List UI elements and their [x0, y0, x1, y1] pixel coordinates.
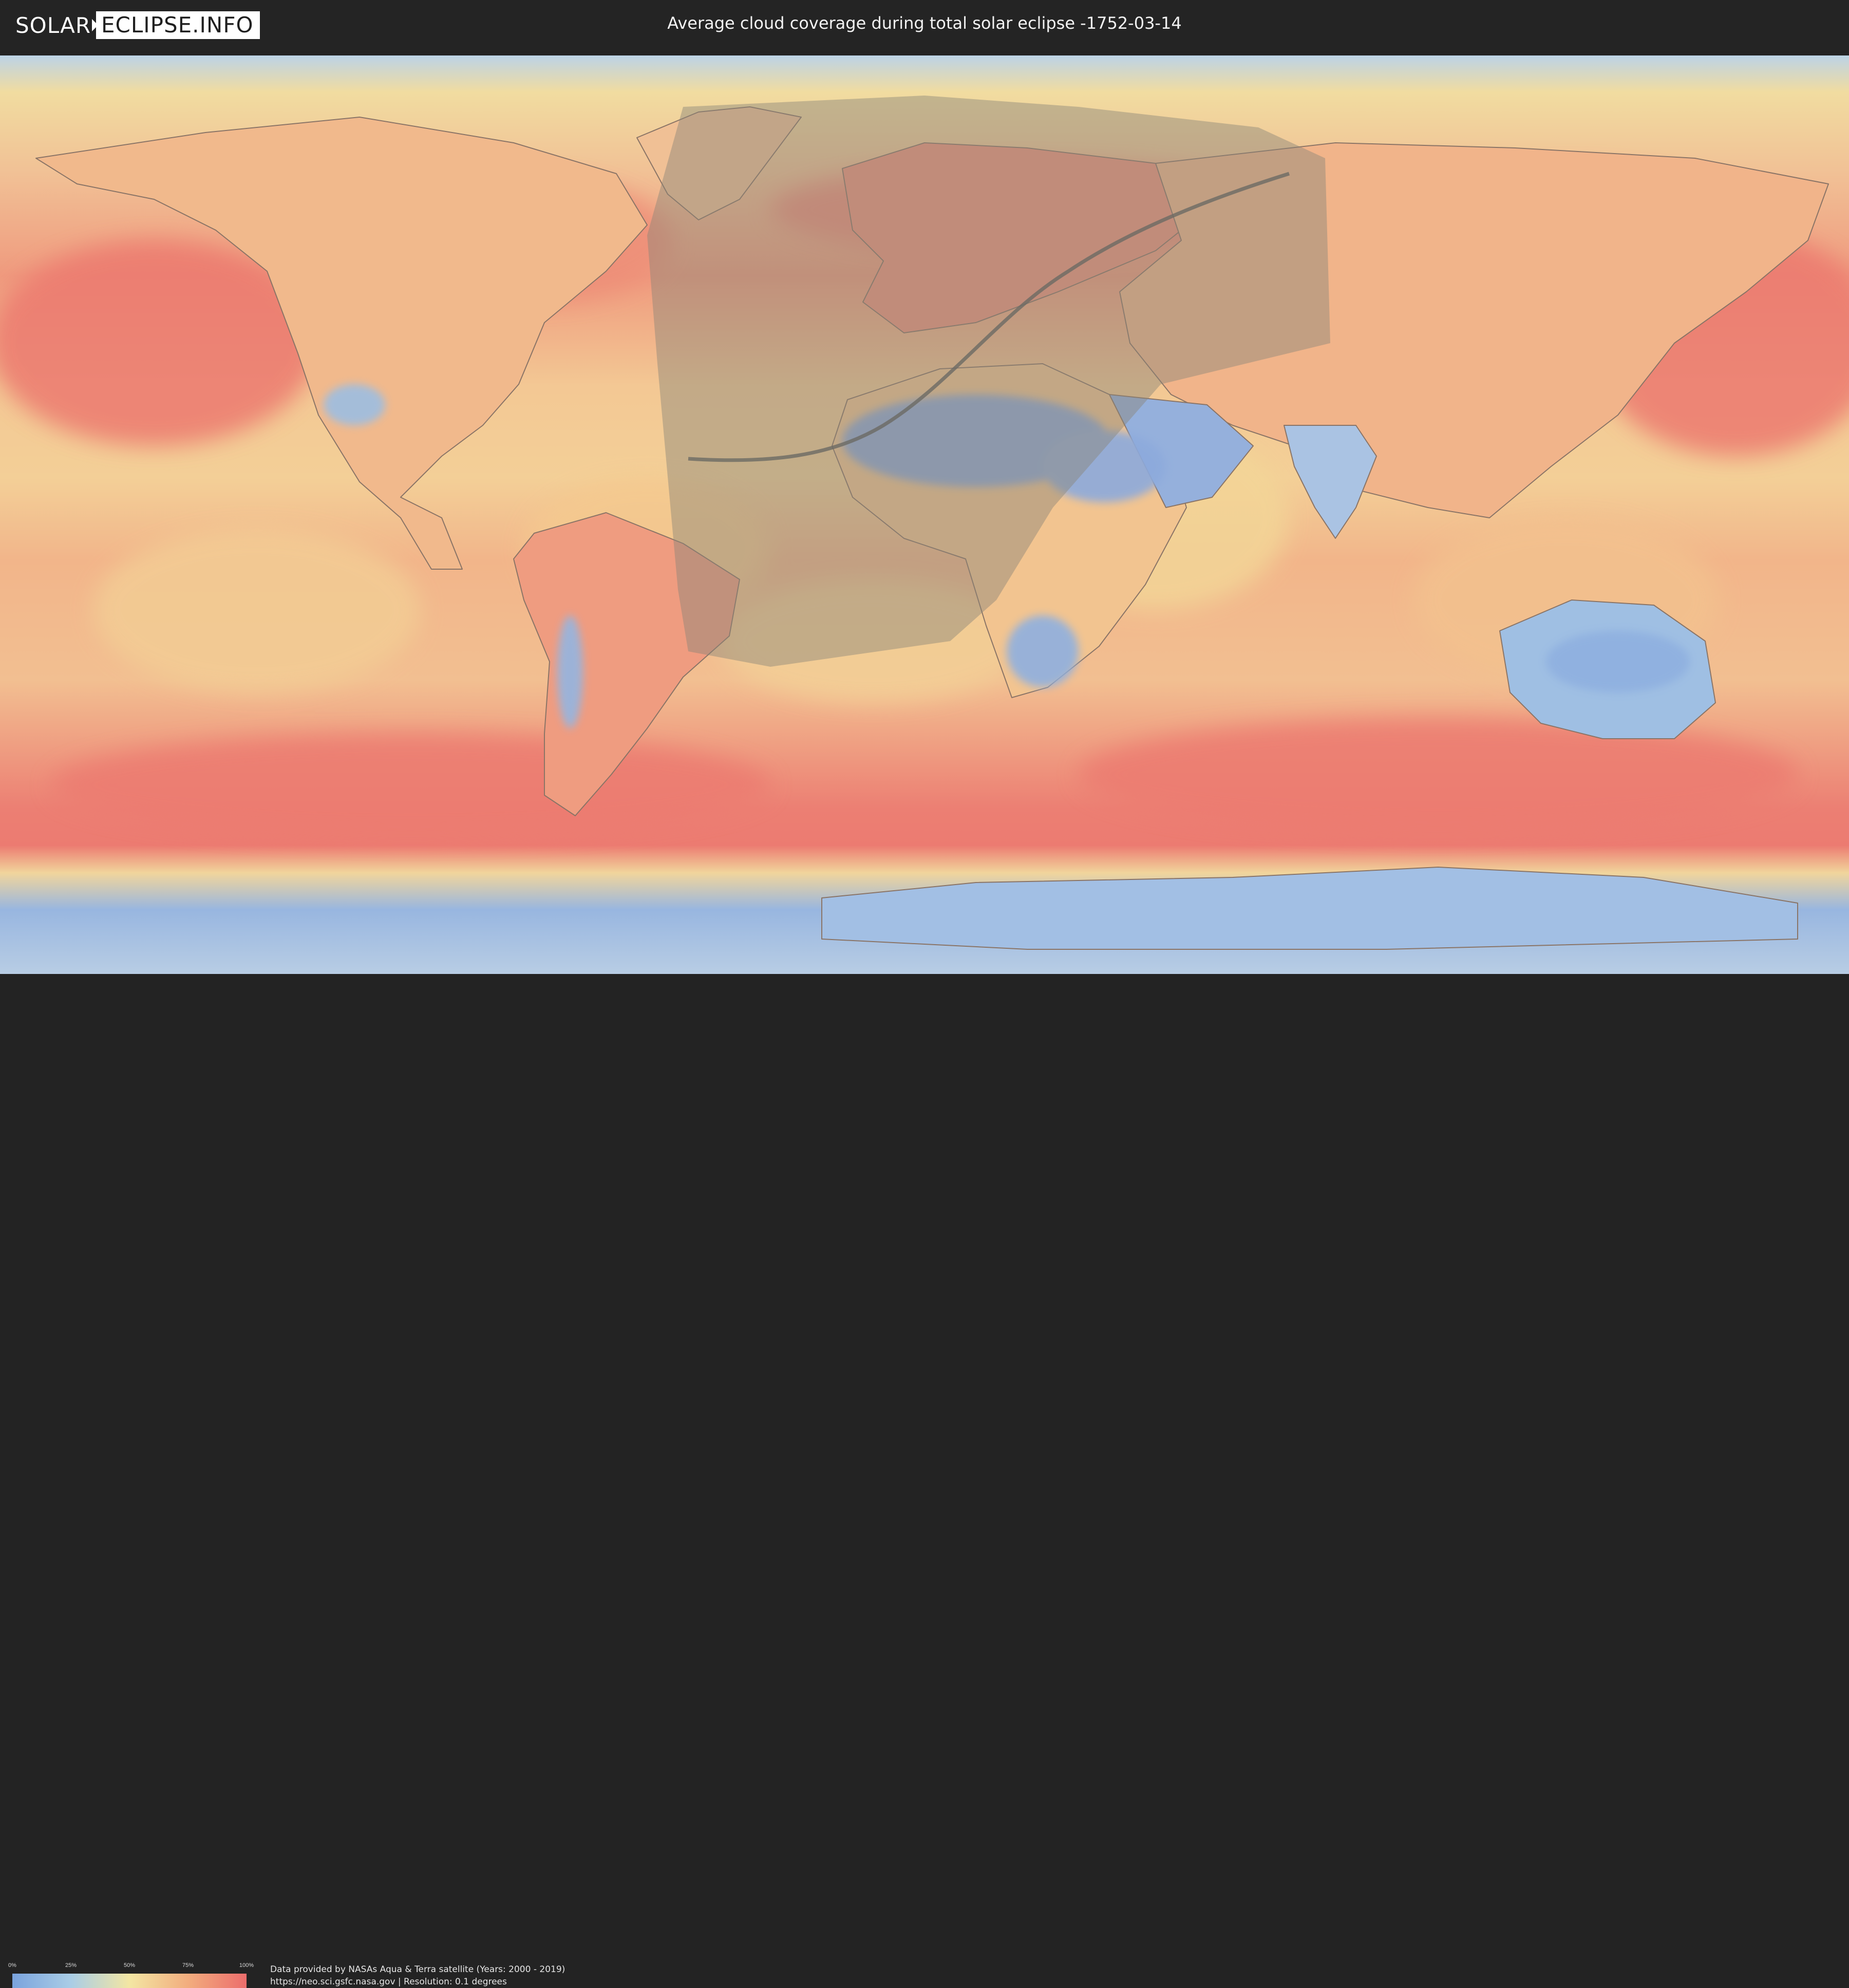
data-credit-line: Data provided by NASAs Aqua & Terra sate… — [270, 1964, 565, 1975]
legend-tick: 50% — [123, 1962, 136, 1968]
data-source-line[interactable]: https://neo.sci.gsfc.nasa.gov | Resoluti… — [270, 1977, 507, 1987]
footer-bar: 0% 25% 50% 75% 100% Data provided by NAS… — [0, 974, 1849, 1988]
page-title: Average cloud coverage during total sola… — [667, 13, 1182, 33]
legend-tick: 100% — [239, 1962, 254, 1968]
header-bar: SOLAR ECLIPSE.INFO Average cloud coverag… — [0, 0, 1849, 51]
cloud-coverage-map — [0, 55, 1849, 974]
legend-tick: 75% — [182, 1962, 194, 1968]
legend-color-scale — [12, 1974, 247, 1988]
legend-ticks: 0% 25% 50% 75% 100% — [8, 1962, 254, 1970]
legend-tick: 0% — [8, 1962, 16, 1968]
legend-tick: 25% — [65, 1962, 77, 1968]
